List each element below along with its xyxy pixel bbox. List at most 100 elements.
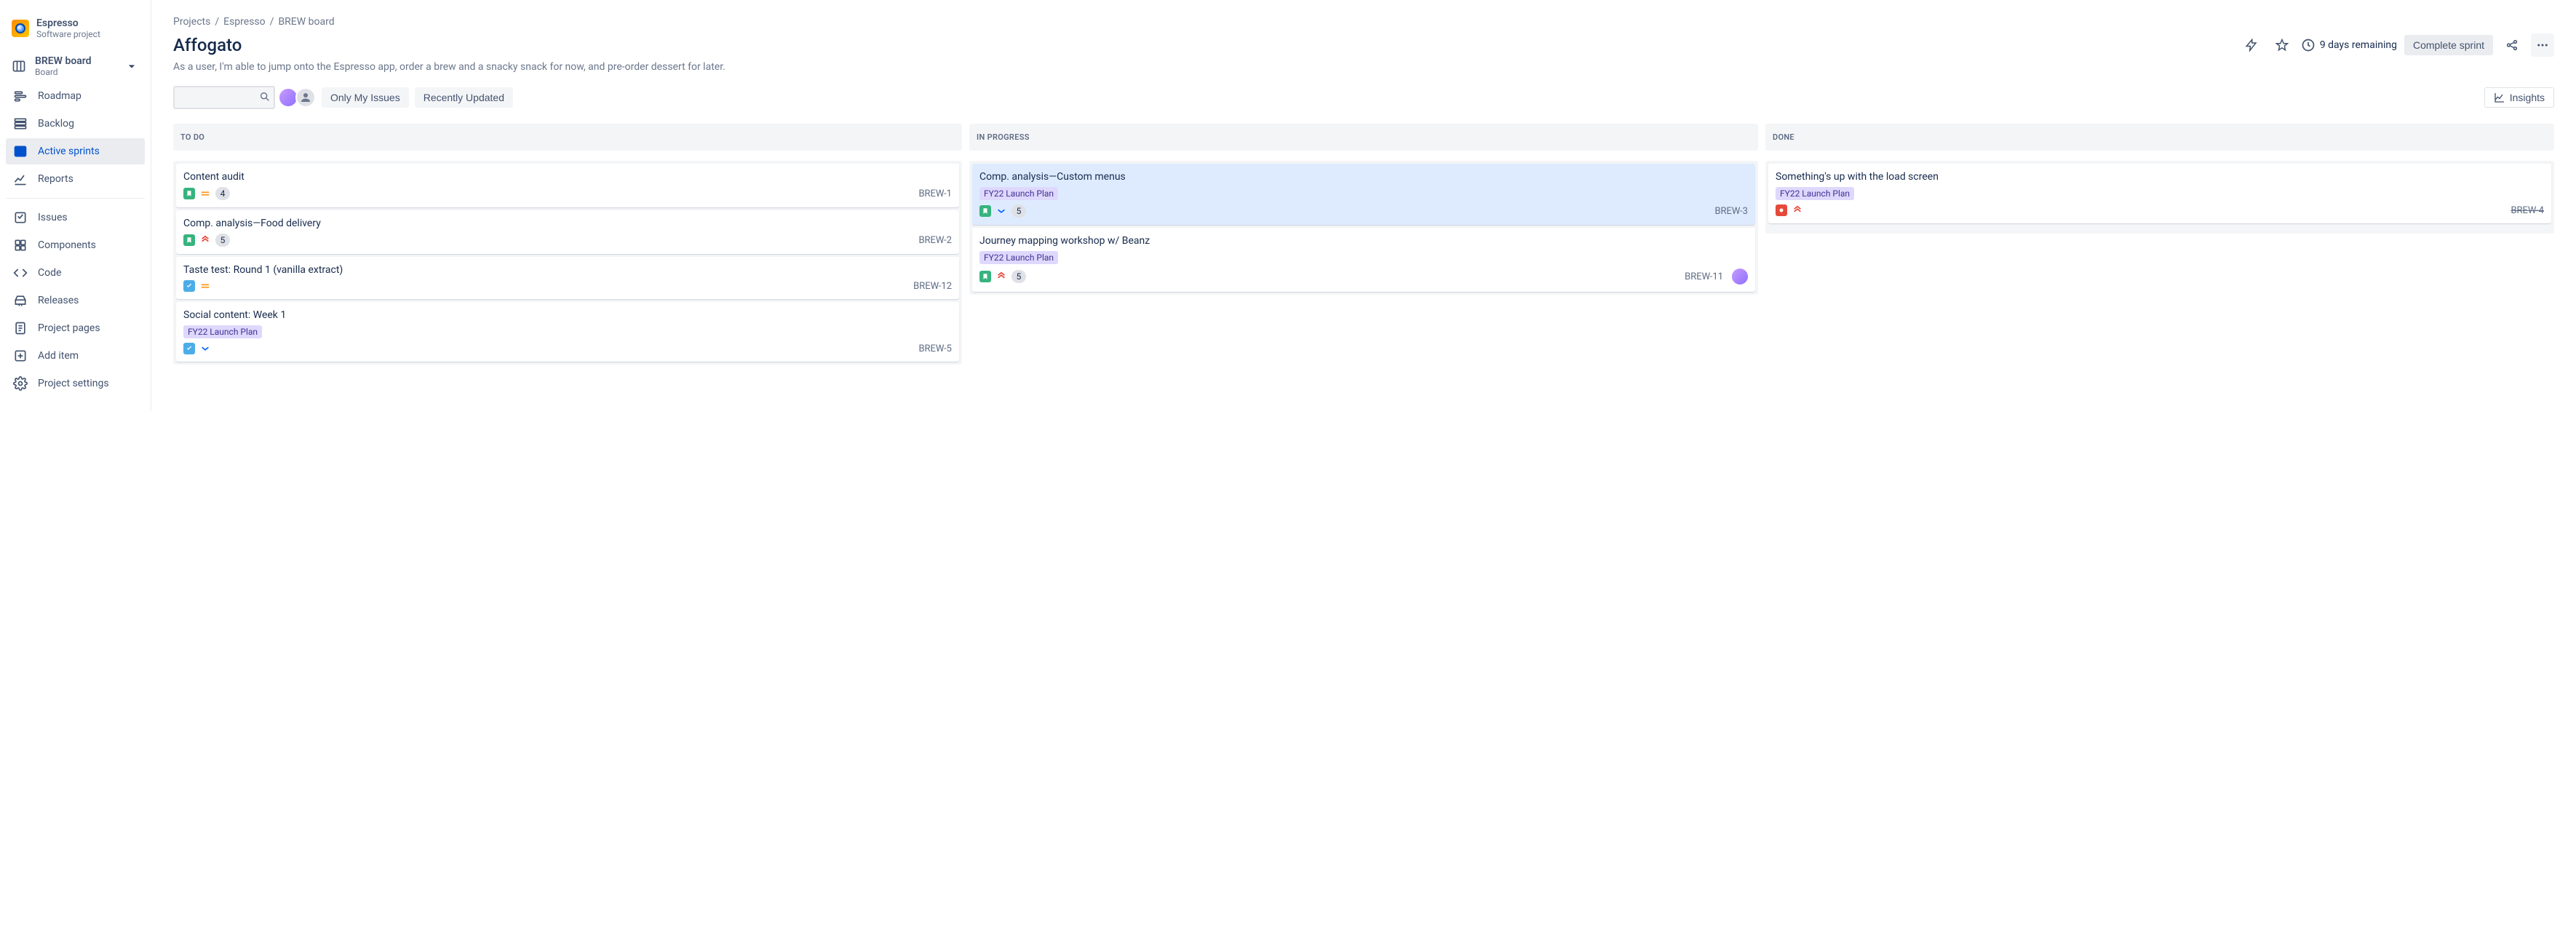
code-icon — [13, 266, 28, 280]
clock-icon — [2301, 38, 2315, 52]
sidebar-item-reports[interactable]: Reports — [6, 166, 145, 192]
kanban-board: TO DO Content audit4BREW-1Comp. analysis… — [173, 124, 2554, 365]
filter-row: Only My Issues Recently Updated Insights — [173, 86, 2554, 109]
add-icon — [13, 349, 28, 363]
sidebar-item-label: Add item — [38, 350, 79, 362]
story-points: 5 — [215, 234, 230, 247]
sidebar-item-add-item[interactable]: Add item — [6, 343, 145, 369]
story-type-icon — [183, 188, 195, 199]
insights-label: Insights — [2510, 92, 2545, 103]
issue-card[interactable]: Taste test: Round 1 (vanilla extract)BRE… — [176, 257, 959, 299]
issue-card[interactable]: Journey mapping workshop w/ BeanzFY22 La… — [972, 228, 1755, 292]
column-header: IN PROGRESS — [969, 124, 1758, 151]
board-icon — [13, 144, 28, 159]
card-footer: BREW-12 — [183, 280, 952, 292]
issue-card[interactable]: Comp. analysis—Food delivery 5 BREW-2 — [176, 210, 959, 254]
sidebar-item-code[interactable]: Code — [6, 260, 145, 286]
breadcrumb: Projects / Espresso / BREW board — [173, 16, 2554, 28]
issue-key[interactable]: BREW-1 — [918, 188, 952, 199]
time-remaining-text: 9 days remaining — [2320, 39, 2397, 51]
column-body[interactable]: Something's up with the load screen FY22 … — [1765, 161, 2554, 234]
issue-key[interactable]: BREW-5 — [918, 343, 952, 354]
automation-icon[interactable] — [2240, 33, 2263, 57]
priority-medium-icon — [199, 188, 211, 199]
card-title: Content audit — [183, 171, 952, 183]
sidebar-item-label: Issues — [38, 212, 68, 223]
breadcrumb-board[interactable]: BREW board — [278, 16, 334, 28]
sidebar-item-label: Reports — [38, 173, 73, 185]
assignee-avatar[interactable] — [1732, 269, 1748, 285]
issue-key[interactable]: BREW-12 — [913, 281, 952, 292]
column-header: DONE — [1765, 124, 2554, 151]
column-done: DONE Something's up with the load screen… — [1765, 124, 2554, 365]
task-type-icon — [183, 280, 195, 292]
card-title: Social content: Week 1 — [183, 309, 952, 321]
insights-button[interactable]: Insights — [2484, 87, 2554, 108]
epic-tag[interactable]: FY22 Launch Plan — [183, 325, 262, 338]
share-icon[interactable] — [2500, 33, 2524, 57]
issue-key[interactable]: BREW-2 — [918, 235, 952, 246]
sidebar-item-settings[interactable]: Project settings — [6, 370, 145, 397]
priority-high-icon — [1792, 204, 1803, 216]
epic-tag[interactable]: FY22 Launch Plan — [979, 251, 1058, 264]
priority-medium-icon — [199, 280, 211, 292]
sidebar-item-backlog[interactable]: Backlog — [6, 111, 145, 137]
issue-card[interactable]: Comp. analysis—Custom menusFY22 Launch P… — [972, 164, 1755, 225]
sidebar: Espresso Software project BREW board Boa… — [0, 0, 151, 411]
issues-icon — [13, 210, 28, 225]
project-type: Software project — [36, 29, 100, 39]
issue-card[interactable]: Social content: Week 1 FY22 Launch Plan BR… — [176, 302, 959, 362]
recently-updated-button[interactable]: Recently Updated — [415, 87, 513, 108]
sidebar-item-label: Project pages — [38, 322, 100, 334]
column-body[interactable]: Comp. analysis—Custom menusFY22 Launch P… — [969, 161, 1758, 295]
pages-icon — [13, 321, 28, 335]
board-type: Board — [35, 67, 92, 77]
column-body[interactable]: Content audit4BREW-1Comp. analysis—Food … — [173, 161, 962, 365]
breadcrumb-projects[interactable]: Projects — [173, 16, 210, 28]
sidebar-item-label: Code — [38, 267, 61, 279]
sidebar-item-issues[interactable]: Issues — [6, 204, 145, 231]
sprint-goal: As a user, I'm able to jump onto the Esp… — [173, 61, 2554, 73]
issue-key[interactable]: BREW-3 — [1714, 206, 1748, 217]
column-inprogress: IN PROGRESS Comp. analysis—Custom menusF… — [969, 124, 1758, 365]
components-icon — [13, 238, 28, 253]
sidebar-item-releases[interactable]: Releases — [6, 287, 145, 314]
card-footer: 5BREW-11 — [979, 269, 1748, 285]
epic-tag[interactable]: FY22 Launch Plan — [979, 187, 1058, 200]
task-type-icon — [183, 343, 195, 354]
issue-key[interactable]: BREW-11 — [1685, 271, 1723, 282]
reports-icon — [13, 172, 28, 186]
star-icon[interactable] — [2270, 33, 2294, 57]
sprint-title: Affogato — [173, 35, 242, 55]
project-logo-icon — [12, 20, 29, 37]
issue-card[interactable]: Content audit4BREW-1 — [176, 164, 959, 207]
breadcrumb-project[interactable]: Espresso — [223, 16, 266, 28]
sidebar-item-label: Active sprints — [38, 146, 100, 157]
card-footer: BREW-4 — [1776, 204, 2544, 216]
issue-card[interactable]: Something's up with the load screen FY22 … — [1768, 164, 2551, 223]
priority-high-icon — [995, 271, 1007, 282]
epic-tag[interactable]: FY22 Launch Plan — [1776, 187, 1854, 200]
sidebar-item-active-sprints[interactable]: Active sprints — [6, 138, 145, 164]
card-title: Comp. analysis—Food delivery — [183, 218, 952, 229]
card-title: Something's up with the load screen — [1776, 171, 2544, 183]
sidebar-item-project-pages[interactable]: Project pages — [6, 315, 145, 341]
board-selector[interactable]: BREW board Board — [6, 51, 145, 82]
sidebar-item-label: Roadmap — [38, 90, 82, 102]
avatar-unassigned[interactable] — [295, 87, 316, 108]
avatar-stack — [281, 87, 316, 108]
sidebar-item-roadmap[interactable]: Roadmap — [6, 83, 145, 109]
project-header[interactable]: Espresso Software project — [6, 15, 145, 49]
backlog-icon — [13, 116, 28, 131]
complete-sprint-button[interactable]: Complete sprint — [2404, 35, 2493, 55]
gear-icon — [13, 376, 28, 391]
bug-type-icon — [1776, 204, 1787, 216]
sidebar-item-label: Project settings — [38, 378, 109, 389]
more-icon[interactable] — [2531, 33, 2554, 57]
priority-high-icon — [199, 234, 211, 246]
sidebar-item-label: Components — [38, 239, 96, 251]
sidebar-item-components[interactable]: Components — [6, 232, 145, 258]
board-name: BREW board — [35, 55, 92, 67]
only-my-issues-button[interactable]: Only My Issues — [322, 87, 409, 108]
issue-key[interactable]: BREW-4 — [2511, 205, 2544, 216]
